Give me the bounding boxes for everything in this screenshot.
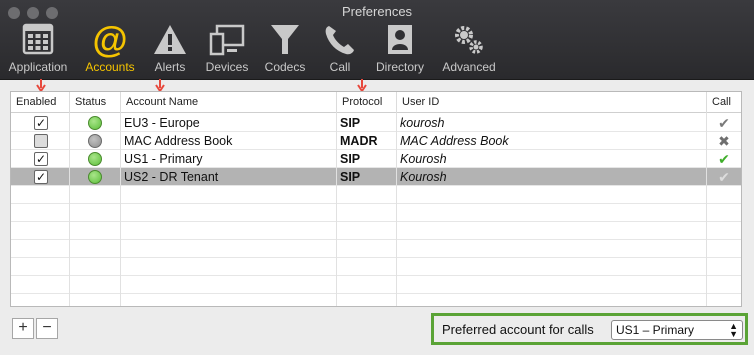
protocol-cell: MADR (340, 134, 378, 148)
tab-alerts-label: Alerts (154, 60, 186, 74)
column-divider (396, 113, 397, 306)
preferred-account-panel: Preferred account for calls US1 – Primar… (431, 313, 748, 345)
column-header-account-name[interactable]: Account Name (121, 92, 337, 113)
call-disabled-x-icon[interactable]: ✖ (716, 132, 732, 150)
advanced-gears-icon (455, 26, 483, 54)
preferred-account-label: Preferred account for calls (442, 322, 594, 337)
alert-triangle-icon (154, 25, 186, 54)
tab-devices[interactable]: Devices (200, 22, 254, 78)
tab-accounts-label: Accounts (85, 60, 135, 74)
call-check-icon[interactable]: ✔ (716, 168, 732, 186)
window-titlebar: Preferences Application @ Accounts Alert… (0, 0, 754, 80)
call-check-icon[interactable]: ✔ (716, 114, 732, 132)
column-header-call[interactable]: Call (707, 92, 741, 113)
column-divider (120, 113, 121, 306)
user-id-cell: MAC Address Book (400, 134, 509, 148)
remove-account-button[interactable]: − (36, 318, 58, 339)
tab-call[interactable]: Call (318, 22, 362, 78)
account-name-cell: US2 - DR Tenant (124, 170, 219, 184)
phone-handset-icon (325, 26, 354, 55)
protocol-cell: SIP (340, 170, 361, 184)
protocol-cell: SIP (340, 152, 361, 166)
preferred-account-value: US1 – Primary (616, 323, 695, 337)
call-default-check-icon[interactable]: ✔ (716, 150, 732, 168)
table-header: Enabled Status Account Name Protocol Use… (11, 92, 741, 113)
tab-codecs[interactable]: Codecs (260, 22, 310, 78)
enabled-checkbox[interactable] (34, 134, 48, 148)
svg-text:@: @ (92, 22, 127, 58)
column-header-status[interactable]: Status (70, 92, 121, 113)
account-name-cell: US1 - Primary (124, 152, 203, 166)
status-indicator-online (88, 152, 102, 166)
column-divider (69, 113, 70, 306)
application-grid-icon (22, 23, 54, 55)
tab-codecs-label: Codecs (264, 60, 306, 74)
tab-directory[interactable]: Directory (370, 22, 430, 78)
tab-directory-label: Directory (375, 60, 424, 74)
protocol-cell: SIP (340, 116, 361, 130)
preferred-account-select[interactable]: US1 – Primary ▲ ▼ (611, 320, 743, 340)
account-name-cell: EU3 - Europe (124, 116, 200, 130)
column-divider (706, 113, 707, 306)
tab-advanced-label: Advanced (442, 60, 496, 74)
accounts-table[interactable]: Enabled Status Account Name Protocol Use… (10, 91, 742, 307)
enabled-checkbox[interactable]: ✓ (34, 152, 48, 166)
column-header-protocol[interactable]: Protocol (337, 92, 397, 113)
user-id-cell: Kourosh (400, 152, 447, 166)
column-header-user-id[interactable]: User ID (397, 92, 707, 113)
status-indicator-online (88, 116, 102, 130)
codecs-funnel-icon (271, 25, 299, 54)
tab-application[interactable]: Application (4, 22, 72, 78)
add-account-button[interactable]: + (12, 318, 34, 339)
tab-devices-label: Devices (205, 60, 249, 74)
tab-application-label: Application (8, 60, 68, 74)
status-indicator-offline (88, 134, 102, 148)
status-indicator-online (88, 170, 102, 184)
devices-monitor-icon (209, 24, 245, 56)
at-sign-icon: @ (92, 22, 127, 58)
user-id-cell: kourosh (400, 116, 445, 130)
tab-advanced[interactable]: Advanced (438, 22, 500, 78)
column-divider (336, 113, 337, 306)
directory-contact-icon (388, 25, 412, 54)
user-id-cell: Kourosh (400, 170, 447, 184)
enabled-checkbox[interactable]: ✓ (34, 116, 48, 130)
updown-chevron-icon: ▲ ▼ (729, 321, 738, 339)
account-name-cell: MAC Address Book (124, 134, 233, 148)
column-header-enabled[interactable]: Enabled (11, 92, 70, 113)
window-title: Preferences (341, 4, 413, 19)
tab-accounts[interactable]: @ Accounts (80, 22, 140, 78)
tab-call-label: Call (329, 60, 351, 74)
enabled-checkbox[interactable]: ✓ (34, 170, 48, 184)
tab-alerts[interactable]: Alerts (148, 22, 192, 78)
